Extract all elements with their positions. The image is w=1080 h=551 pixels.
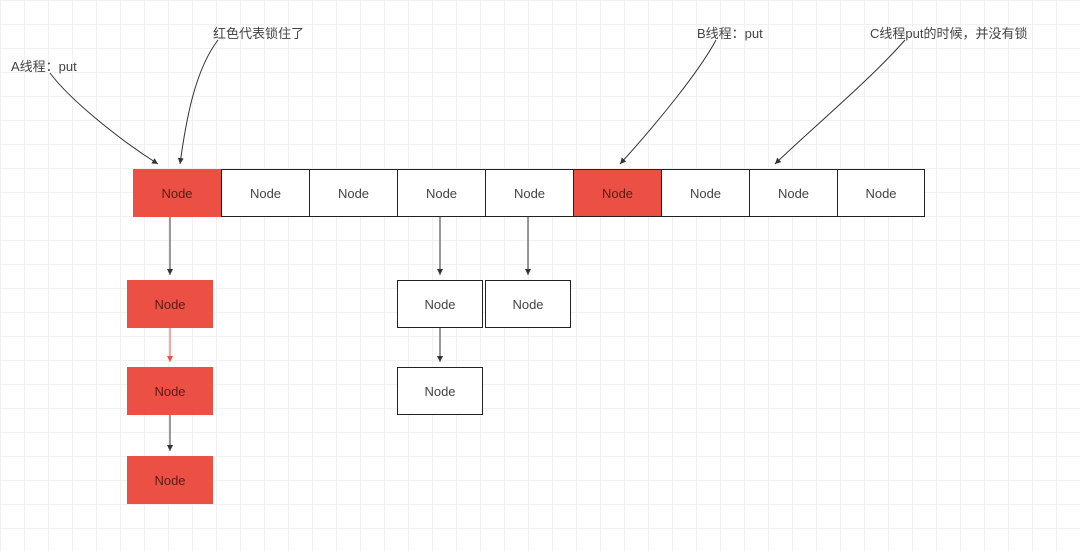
chain-a-node-1: Node bbox=[127, 367, 213, 415]
top-cell-0: Node bbox=[133, 169, 221, 217]
thread-c-annotation: C线程put的时候，并没有锁 bbox=[870, 23, 1027, 42]
chain-a-node-2: Node bbox=[127, 456, 213, 504]
node-label: Node bbox=[865, 186, 896, 201]
arrow-chainA1-to-chainA2 bbox=[166, 415, 176, 456]
arrow-chainA0-to-chainA1 bbox=[166, 328, 176, 367]
node-label: Node bbox=[154, 473, 185, 488]
top-cell-6: Node bbox=[661, 169, 749, 217]
arrow-top-to-chainA0 bbox=[166, 217, 176, 280]
arrow-top3-to-midL bbox=[436, 217, 446, 280]
mid-pair-left: Node bbox=[397, 280, 483, 328]
thread-b-annotation: B线程：put bbox=[697, 23, 763, 42]
top-cell-8: Node bbox=[837, 169, 925, 217]
node-label: Node bbox=[424, 297, 455, 312]
node-label: Node bbox=[690, 186, 721, 201]
top-cell-1: Node bbox=[221, 169, 309, 217]
top-cell-2: Node bbox=[309, 169, 397, 217]
arrow-top4-to-midR bbox=[524, 217, 534, 280]
node-label: Node bbox=[778, 186, 809, 201]
node-label: Node bbox=[514, 186, 545, 201]
node-label: Node bbox=[424, 384, 455, 399]
mid-below: Node bbox=[397, 367, 483, 415]
arrow-midL-to-below bbox=[436, 328, 446, 367]
node-label: Node bbox=[154, 384, 185, 399]
node-label: Node bbox=[161, 186, 192, 201]
thread-a-annotation: A线程：put bbox=[11, 56, 77, 75]
mid-pair-right: Node bbox=[485, 280, 571, 328]
chain-a-node-0: Node bbox=[127, 280, 213, 328]
node-label: Node bbox=[512, 297, 543, 312]
top-cell-3: Node bbox=[397, 169, 485, 217]
top-cell-4: Node bbox=[485, 169, 573, 217]
node-label: Node bbox=[154, 297, 185, 312]
top-cell-5: Node bbox=[573, 169, 661, 217]
top-cell-7: Node bbox=[749, 169, 837, 217]
node-label: Node bbox=[426, 186, 457, 201]
locked-meaning-annotation: 红色代表锁住了 bbox=[213, 23, 304, 42]
node-label: Node bbox=[338, 186, 369, 201]
node-label: Node bbox=[250, 186, 281, 201]
node-label: Node bbox=[602, 186, 633, 201]
